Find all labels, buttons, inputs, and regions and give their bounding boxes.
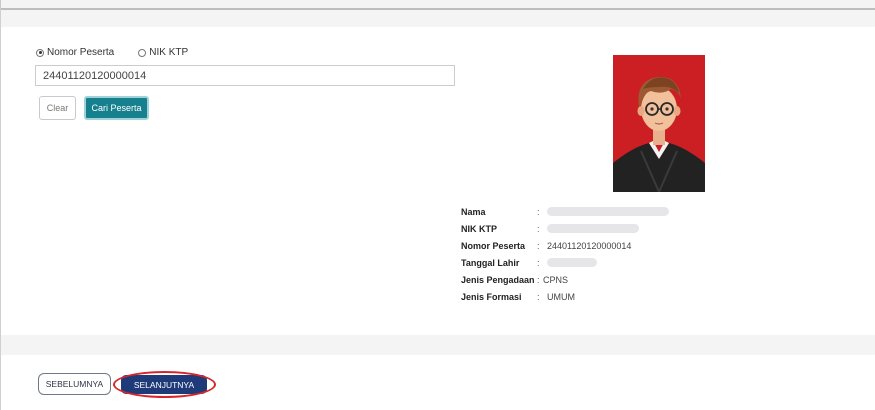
info-row-nama: Nama : — [461, 203, 669, 220]
info-separator: : — [537, 223, 540, 234]
info-label: Nomor Peserta — [461, 240, 526, 251]
info-row-jenis-pengadaan: Jenis Pengadaan : CPNS — [461, 271, 669, 288]
left-border — [0, 10, 1, 410]
participant-info: Nama : NIK KTP : Nomor Peserta : 2440112… — [461, 203, 669, 305]
info-label: Jenis Pengadaan — [461, 274, 535, 285]
section-divider — [0, 335, 875, 355]
info-value: UMUM — [547, 291, 575, 302]
previous-button[interactable]: SEBELUMNYA — [38, 373, 111, 395]
redacted-value — [547, 258, 597, 267]
info-label: NIK KTP — [461, 223, 497, 234]
avatar-illustration — [613, 76, 705, 192]
participant-number-input[interactable] — [35, 65, 455, 86]
redacted-value — [547, 224, 639, 233]
info-value: 24401120120000014 — [547, 240, 632, 251]
info-row-nik-ktp: NIK KTP : — [461, 220, 669, 237]
search-type-radio-group: Nomor Peserta NIK KTP — [36, 47, 188, 58]
redacted-value — [547, 207, 669, 216]
info-separator: : — [537, 257, 540, 268]
radio-nomor-peserta[interactable]: Nomor Peserta — [36, 47, 114, 58]
radio-unselected-icon[interactable] — [138, 48, 147, 57]
info-row-jenis-formasi: Jenis Formasi : UMUM — [461, 288, 669, 305]
info-separator: : — [537, 206, 540, 217]
clear-button[interactable]: Clear — [39, 96, 76, 120]
info-label: Jenis Formasi — [461, 291, 522, 302]
search-participant-button[interactable]: Cari Peserta — [84, 96, 149, 120]
top-strip — [0, 10, 875, 27]
info-row-tanggal-lahir: Tanggal Lahir : — [461, 254, 669, 271]
radio-nik-ktp-label: NIK KTP — [149, 47, 189, 58]
info-separator: : — [537, 291, 540, 302]
radio-nik-ktp[interactable]: NIK KTP — [138, 47, 188, 58]
info-separator: : — [537, 240, 540, 251]
info-label: Tanggal Lahir — [461, 257, 520, 268]
radio-nomor-peserta-label: Nomor Peserta — [47, 47, 115, 58]
info-row-nomor-peserta: Nomor Peserta : 24401120120000014 — [461, 237, 669, 254]
radio-selected-icon[interactable] — [36, 48, 44, 57]
top-border — [0, 0, 875, 10]
highlight-circle-annotation — [113, 371, 216, 398]
info-label: Nama — [461, 206, 486, 217]
info-value: CPNS — [543, 274, 569, 285]
participant-photo — [613, 55, 705, 192]
